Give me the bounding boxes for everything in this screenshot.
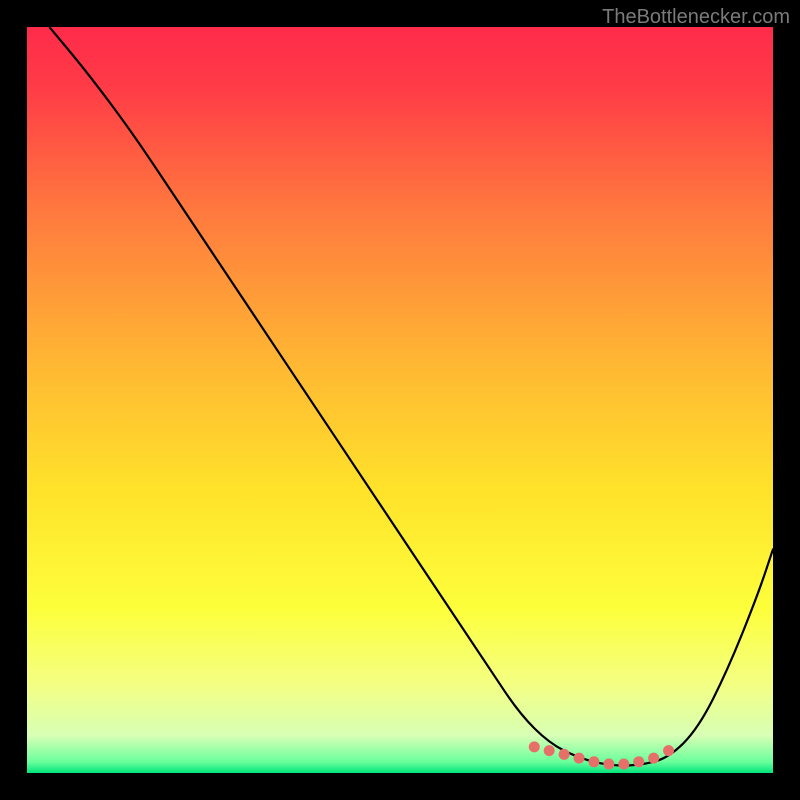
optimal-marker bbox=[603, 759, 614, 770]
optimal-marker bbox=[544, 745, 555, 756]
optimal-marker bbox=[618, 759, 629, 770]
watermark-text: TheBottlenecker.com bbox=[602, 6, 790, 29]
bottleneck-curve bbox=[27, 27, 773, 773]
optimal-marker bbox=[663, 745, 674, 756]
optimal-marker bbox=[529, 741, 540, 752]
optimal-marker bbox=[588, 756, 599, 767]
optimal-marker bbox=[559, 749, 570, 760]
optimal-marker bbox=[574, 753, 585, 764]
optimal-marker bbox=[648, 753, 659, 764]
optimal-marker bbox=[633, 756, 644, 767]
chart-frame bbox=[27, 27, 773, 773]
